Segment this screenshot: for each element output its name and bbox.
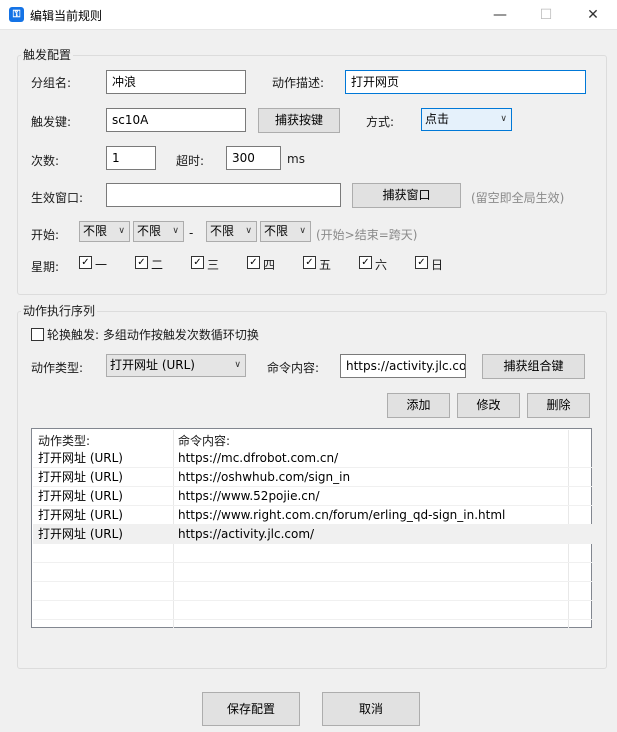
chevron-down-icon: ∨ [245,226,252,236]
rotate-checkbox[interactable] [31,328,44,341]
command-input[interactable]: https://activity.jlc.com/ [340,354,466,378]
end-hour-select[interactable]: 不限 ∨ [206,221,257,242]
end-minute-value: 不限 [264,224,289,238]
table-row[interactable]: 打开网址 (URL) https://www.right.com.cn/forum… [33,506,600,525]
minimize-button[interactable]: — [477,0,523,30]
table-row [33,563,600,582]
capture-key-button[interactable]: 捕获按键 [258,108,340,133]
window-hint: (留空即全局生效) [471,191,565,205]
weekday-label-item: 二 [151,258,164,272]
weekday-label-item: 日 [431,258,444,272]
action-type-select[interactable]: 打开网址 (URL) ∨ [106,354,246,377]
timeout-unit: ms [287,152,305,166]
mode-value: 点击 [425,112,450,126]
command-label: 命令内容: [267,361,320,375]
delete-button[interactable]: 删除 [527,393,590,418]
window-input[interactable] [106,183,341,207]
trigger-key-label: 触发键: [31,115,72,129]
start-minute-value: 不限 [137,224,162,238]
edit-button[interactable]: 修改 [457,393,520,418]
row-content: https://oshwhub.com/sign_in [178,470,351,484]
trigger-key-input[interactable]: sc10A [106,108,246,132]
action-sequence-title: 动作执行序列 [21,302,98,319]
chevron-down-icon: ∨ [118,226,125,236]
timeout-input[interactable]: 300 [226,146,281,170]
weekday-checkbox[interactable]: ✓ [79,256,92,269]
row-type: 打开网址 (URL) [38,527,123,541]
start-label: 开始: [31,228,60,242]
action-list[interactable]: 动作类型: 命令内容: 打开网址 (URL) https://mc.dfrobot… [31,428,600,628]
start-hour-value: 不限 [83,224,108,238]
weekday-label-item: 一 [95,258,108,272]
group-name-input[interactable]: 冲浪 [106,70,246,94]
action-type-label: 动作类型: [31,361,84,375]
table-row[interactable]: 打开网址 (URL) https://activity.jlc.com/ [33,525,600,544]
title-bar: ⚿ 编辑当前规则 — ☐ ✕ [0,0,617,30]
mode-select[interactable]: 点击 ∨ [421,108,512,131]
window-title: 编辑当前规则 [30,9,103,23]
capture-window-button[interactable]: 捕获窗口 [352,183,461,208]
weekday-checkbox[interactable]: ✓ [135,256,148,269]
action-type-value: 打开网址 (URL) [110,358,195,372]
weekday-label: 星期: [31,260,60,274]
count-label: 次数: [31,154,60,168]
weekday-label-item: 六 [375,258,388,272]
capture-combo-button[interactable]: 捕获组合键 [482,354,585,379]
table-row [33,544,600,563]
weekday-checkbox[interactable]: ✓ [303,256,316,269]
weekday-checkbox[interactable]: ✓ [415,256,428,269]
rotate-label: 轮换触发: 多组动作按触发次数循环切换 [47,328,259,342]
weekday-checkbox[interactable]: ✓ [359,256,372,269]
key-icon: ⚿ [9,7,24,22]
timeout-label: 超时: [176,154,205,168]
cancel-button[interactable]: 取消 [322,692,420,726]
action-desc-label: 动作描述: [272,76,325,90]
row-content: https://www.52pojie.cn/ [178,489,320,503]
group-name-label: 分组名: [31,76,72,90]
weekday-label-item: 三 [207,258,220,272]
add-button[interactable]: 添加 [387,393,450,418]
row-content: https://activity.jlc.com/ [178,527,315,541]
window-label: 生效窗口: [31,191,84,205]
chevron-down-icon: ∨ [500,114,507,124]
trigger-config-title: 触发配置 [21,46,74,63]
save-config-button[interactable]: 保存配置 [202,692,300,726]
chevron-down-icon: ∨ [299,226,306,236]
row-type: 打开网址 (URL) [38,470,123,484]
row-type: 打开网址 (URL) [38,508,123,522]
column-header-type[interactable]: 动作类型: [38,432,90,449]
row-content: https://mc.dfrobot.com.cn/ [178,451,339,465]
end-minute-select[interactable]: 不限 ∨ [260,221,311,242]
chevron-down-icon: ∨ [172,226,179,236]
weekday-checkbox[interactable]: ✓ [191,256,204,269]
row-type: 打开网址 (URL) [38,451,123,465]
start-hour-select[interactable]: 不限 ∨ [79,221,130,242]
time-hint: (开始>结束=跨天) [316,228,418,242]
table-row[interactable]: 打开网址 (URL) https://mc.dfrobot.com.cn/ [33,449,600,468]
start-minute-select[interactable]: 不限 ∨ [133,221,184,242]
column-header-content[interactable]: 命令内容: [178,432,230,449]
action-desc-input[interactable]: 打开网页 [345,70,586,94]
maximize-button[interactable]: ☐ [523,0,569,30]
chevron-down-icon: ∨ [234,360,241,370]
close-button[interactable]: ✕ [570,0,616,30]
row-content: https://www.right.com.cn/forum/erling_qd… [178,508,506,522]
mode-label: 方式: [366,115,395,129]
time-range-dash: - [189,226,194,240]
count-input[interactable]: 1 [106,146,156,170]
weekday-label-item: 四 [263,258,276,272]
row-type: 打开网址 (URL) [38,489,123,503]
table-row[interactable]: 打开网址 (URL) https://www.52pojie.cn/ [33,487,600,506]
weekday-label-item: 五 [319,258,332,272]
table-row [33,582,600,601]
table-row [33,601,600,620]
weekday-checkbox[interactable]: ✓ [247,256,260,269]
table-row[interactable]: 打开网址 (URL) https://oshwhub.com/sign_in [33,468,600,487]
end-hour-value: 不限 [210,224,235,238]
